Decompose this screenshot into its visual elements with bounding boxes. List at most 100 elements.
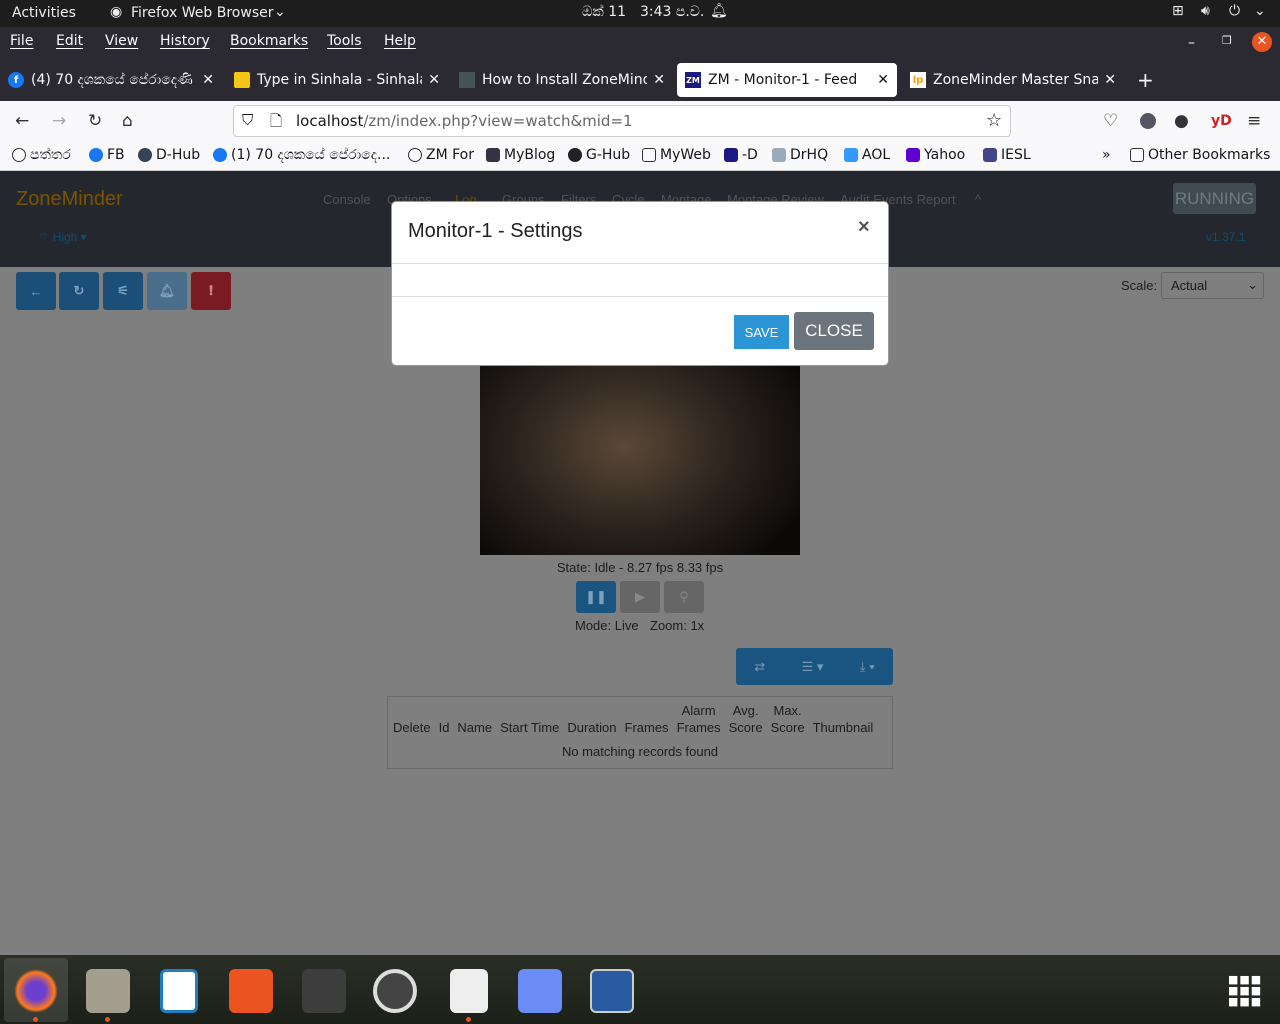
menu-bookmarks[interactable]: Bookmarks [230,33,308,49]
collapse-chevron-icon[interactable]: ^ [975,192,981,207]
tab[interactable]: Type in Sinhala - Sinhala R✕ [226,63,448,97]
status-button[interactable]: RUNNING [1173,183,1256,214]
url-text[interactable]: localhost/zm/index.php?view=watch&mid=1 [296,112,633,130]
menu-file[interactable]: File [10,33,33,49]
column-header[interactable]: Thumbnail [809,702,878,736]
force-alarm-button[interactable]: ❗︎ [191,272,231,310]
forward-icon[interactable]: → [52,111,66,131]
scale-select[interactable]: Actual ⌄ [1161,272,1264,299]
bookmark[interactable]: IESL [983,147,1031,163]
files-icon[interactable] [86,969,130,1013]
column-header[interactable]: Avg. Score [725,702,767,736]
save-button[interactable]: SAVE [734,315,789,349]
close-tab-icon[interactable]: ✕ [653,72,665,88]
extension-icon[interactable]: ● [1174,111,1189,131]
volume-icon[interactable]: 🔊︎ [1201,3,1210,19]
bookmark[interactable]: G-Hub [568,147,630,163]
settings-button[interactable]: ⚟ [103,272,143,310]
hamburger-menu-icon[interactable]: ≡ [1247,111,1261,131]
text-editor-icon[interactable] [450,969,488,1013]
menu-view[interactable]: View [105,33,138,49]
bookmark[interactable]: AOL [844,147,890,163]
events-table: Delete Id Name Start Time Duration Frames Alar… [387,696,893,769]
writer-icon[interactable] [160,969,198,1013]
version-label: v1.37.1 [1206,230,1246,244]
activities-button[interactable]: Activities [12,5,76,21]
column-header[interactable]: Name [453,702,496,736]
bookmark[interactable]: FB [89,147,125,163]
zoom-out-button[interactable]: ⚲ [664,581,704,613]
zoneminder-app-icon[interactable] [590,969,634,1013]
tab[interactable]: lp ZoneMinder Master Snap ✕ [902,63,1124,97]
menu-edit[interactable]: Edit [56,33,83,49]
home-icon[interactable]: ⌂ [122,111,133,131]
bookmark[interactable]: Yahoo [906,147,965,163]
bookmark[interactable]: පත්තර [12,147,71,163]
menu-help[interactable]: Help [384,33,416,49]
clock-date[interactable]: ඔක් 11 [582,4,626,20]
column-header[interactable]: Delete [389,702,435,736]
firefox-icon[interactable] [14,969,58,1013]
pause-button[interactable]: ❚❚ [576,581,616,613]
bookmark[interactable]: -D [724,147,758,163]
close-tab-icon[interactable]: ✕ [877,72,889,88]
network-icon[interactable]: ⊞ [1172,3,1184,19]
refresh-table-icon[interactable]: ⇄ [754,659,765,675]
minimize-button[interactable]: – [1188,35,1195,51]
terminal-icon[interactable] [302,969,346,1013]
tab-active[interactable]: ZM ZM - Monitor-1 - Feed ✕ [677,63,897,97]
show-apps-grid-icon[interactable]: ■■■ ■■■ ■■■ [1228,974,1262,1007]
close-tab-icon[interactable]: ✕ [428,72,440,88]
column-header[interactable]: Max. Score [767,702,809,736]
bookmark[interactable]: MyWeb [642,147,711,163]
screenshot-icon[interactable] [518,969,562,1013]
chevron-down-icon[interactable]: ⌄ [1254,3,1266,19]
close-tab-icon[interactable]: ✕ [1104,72,1116,88]
column-header[interactable]: Duration [563,702,620,736]
menu-history[interactable]: History [160,33,210,49]
modal-close-icon[interactable]: × [858,216,870,239]
bookmark[interactable]: D-Hub [138,147,200,163]
new-tab-button[interactable]: + [1137,68,1154,92]
bookmark[interactable]: DrHQ [772,147,828,163]
pocket-icon[interactable]: ♡ [1103,111,1118,131]
shield-icon[interactable]: ⛉ [242,111,253,129]
column-header[interactable]: Frames [621,702,673,736]
bookmark[interactable]: MyBlog [486,147,555,163]
power-icon[interactable]: ⏻ [1229,3,1240,19]
column-header[interactable]: Alarm Frames [673,702,725,736]
yd-extension-icon[interactable]: yD [1211,113,1232,129]
close-button[interactable]: CLOSE [794,312,874,350]
back-icon[interactable]: ← [15,111,29,131]
nav-console[interactable]: Console [323,192,371,207]
reload-icon[interactable]: ↻ [88,111,102,131]
other-bookmarks[interactable]: Other Bookmarks [1130,147,1270,163]
bandwidth-dropdown[interactable]: ⌔ High ▾ [38,230,87,245]
updater-icon[interactable] [373,969,417,1013]
alarm-button[interactable]: 🔔︎ [147,272,187,310]
refresh-button[interactable]: ↻ [59,272,99,310]
tab[interactable]: f (4) 70 දශකයේ පේරාදෙණි ✕ [0,63,222,97]
more-bookmarks-chevron-icon[interactable]: » [1102,147,1111,163]
close-tab-icon[interactable]: ✕ [202,72,214,88]
export-dropdown-icon[interactable]: ⤓ ▾ [860,659,875,675]
play-button[interactable]: ▶ [620,581,660,613]
star-icon[interactable]: ☆ [986,110,1002,131]
profile-avatar[interactable] [1140,113,1156,129]
columns-dropdown-icon[interactable]: ☰ ▾ [802,659,824,675]
restore-button[interactable]: ❐ [1222,34,1232,47]
monitor-state: State: Idle - 8.27 fps 8.33 fps [556,560,724,575]
back-button[interactable]: ← [16,272,56,310]
bookmark[interactable]: ZM For [408,147,474,163]
zm-brand[interactable]: ZoneMinder [16,188,123,211]
close-window-button[interactable]: ✕ [1252,32,1272,52]
clock-time[interactable]: 3:43 ප.ව. [640,4,704,20]
tab[interactable]: How to Install ZoneMinder✕ [451,63,673,97]
bookmark[interactable]: (1) 70 දශකයේ පේරාදෙ... [213,147,390,163]
column-header[interactable]: Start Time [496,702,563,736]
software-center-icon[interactable] [229,969,273,1013]
app-menu[interactable]: Firefox Web Browser [131,5,274,21]
menu-tools[interactable]: Tools [327,33,362,49]
column-header[interactable]: Id [435,702,454,736]
url-bar[interactable]: ⛉ 🗋 localhost/zm/index.php?view=watch&mi… [233,105,1011,137]
